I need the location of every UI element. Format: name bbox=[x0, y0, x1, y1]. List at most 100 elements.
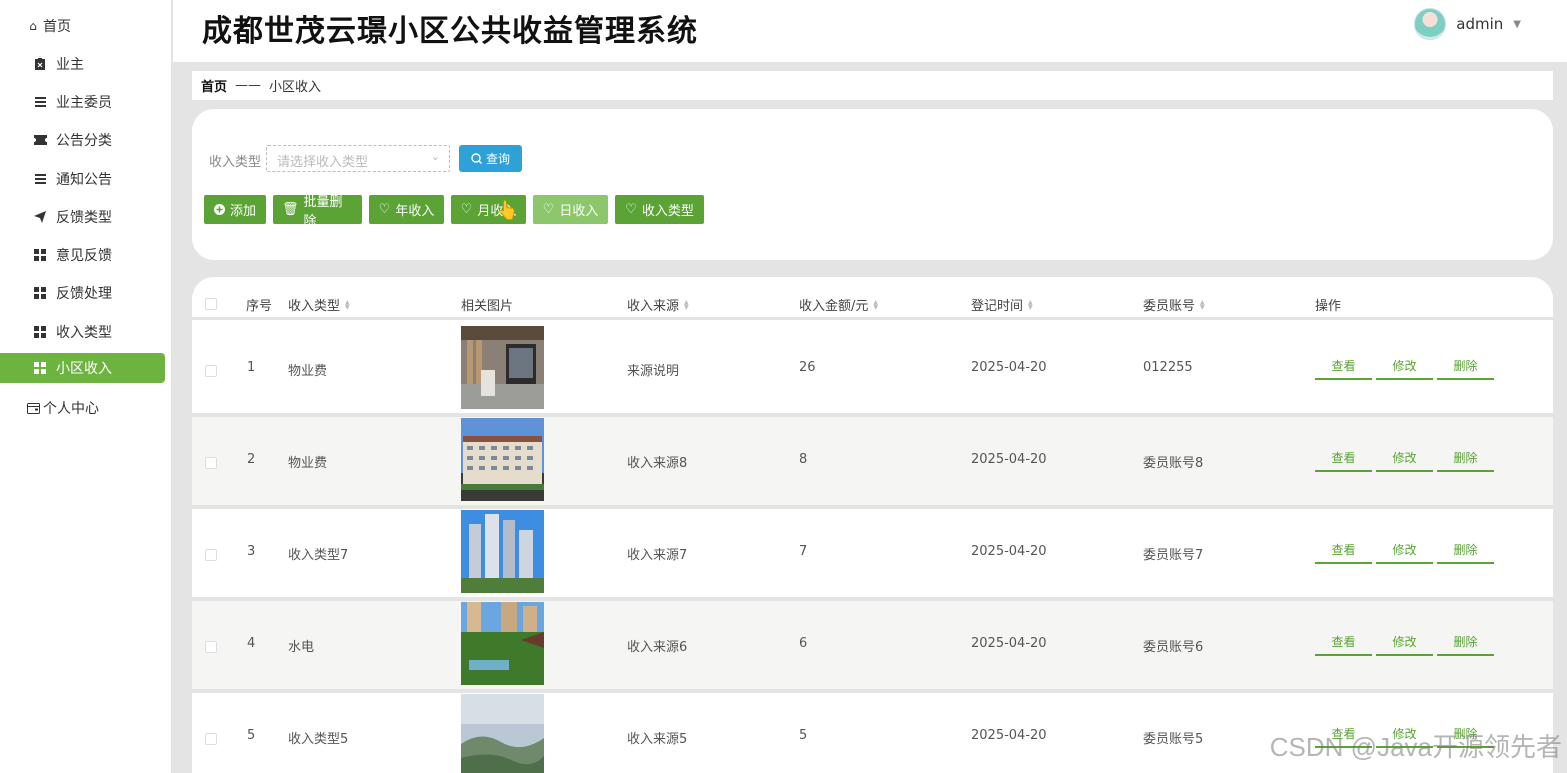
cell-amount: 7 bbox=[799, 544, 808, 559]
view-button[interactable]: 查看 bbox=[1315, 445, 1372, 472]
menu-icon bbox=[33, 172, 47, 186]
sidebar-item-label: 首页 bbox=[43, 19, 71, 35]
row-checkbox[interactable] bbox=[205, 549, 217, 561]
breadcrumb: 首页 —— 小区收入 bbox=[192, 71, 1553, 100]
cell-index: 3 bbox=[247, 544, 256, 559]
cell-amount: 6 bbox=[799, 636, 808, 651]
cell-amount: 5 bbox=[799, 728, 808, 743]
query-button[interactable]: 查询 bbox=[459, 145, 522, 172]
header-image: 相关图片 bbox=[461, 299, 514, 314]
chevron-down-icon: ⌄ bbox=[430, 150, 440, 163]
grid-icon bbox=[33, 361, 47, 375]
grid-icon bbox=[33, 286, 47, 300]
user-menu[interactable]: admin ▼ bbox=[1414, 8, 1521, 40]
cell-index: 4 bbox=[247, 636, 256, 651]
table-row: 1 物业费 来源说明 26 2025-04-20 012255 查看 修改 删除 bbox=[192, 325, 1553, 413]
delete-button[interactable]: 删除 bbox=[1437, 445, 1494, 472]
cell-source: 收入来源8 bbox=[627, 456, 688, 471]
cell-date: 2025-04-20 bbox=[971, 360, 1047, 375]
sidebar-item-feedback-type[interactable]: 反馈类型 bbox=[0, 202, 165, 232]
header-account[interactable]: 委员账号 ▲ ▼ bbox=[1143, 295, 1205, 314]
heart-icon: ♡ bbox=[460, 202, 473, 217]
row-checkbox[interactable] bbox=[205, 733, 217, 745]
header-source[interactable]: 收入来源 ▲ ▼ bbox=[627, 295, 689, 314]
sort-icon: ▲ ▼ bbox=[873, 298, 879, 311]
sort-icon: ▲ ▼ bbox=[345, 298, 350, 311]
sidebar-item-feedback-handle[interactable]: 反馈处理 bbox=[0, 278, 165, 308]
sidebar-item-committee[interactable]: 业主委员 bbox=[0, 87, 165, 117]
send-icon bbox=[33, 210, 47, 224]
year-income-button[interactable]: ♡ 年收入 bbox=[369, 195, 444, 224]
delete-button[interactable]: 删除 bbox=[1437, 537, 1494, 564]
trash-icon: 🗑 bbox=[282, 202, 299, 217]
select-all-checkbox[interactable] bbox=[205, 298, 217, 310]
search-icon bbox=[471, 153, 482, 164]
delete-button[interactable]: 删除 bbox=[1437, 629, 1494, 656]
row-image[interactable] bbox=[461, 326, 544, 409]
cell-type: 物业费 bbox=[288, 364, 328, 379]
sidebar-item-income-type[interactable]: 收入类型 bbox=[0, 317, 165, 347]
cell-date: 2025-04-20 bbox=[971, 636, 1047, 651]
day-income-button[interactable]: ♡ 日收入 bbox=[533, 195, 608, 224]
view-button[interactable]: 查看 bbox=[1315, 353, 1372, 380]
heart-icon: ♡ bbox=[542, 202, 555, 217]
sidebar-item-label: 意见反馈 bbox=[56, 248, 112, 264]
chevron-down-icon: ▼ bbox=[1513, 18, 1521, 30]
income-type-select[interactable]: 请选择收入类型 ⌄ bbox=[266, 145, 450, 172]
sidebar-item-label: 小区收入 bbox=[56, 361, 112, 377]
view-button[interactable]: 查看 bbox=[1315, 629, 1372, 656]
breadcrumb-home[interactable]: 首页 bbox=[201, 76, 227, 95]
year-income-label: 年收入 bbox=[395, 204, 435, 219]
grid-icon bbox=[33, 325, 47, 339]
search-panel: 收入类型 请选择收入类型 ⌄ 查询 添加 🗑 批量删除 ♡ 年收入 ♡ 月收入 … bbox=[192, 109, 1553, 260]
income-table: 序号 收入类型 ▲ ▼ 相关图片 收入来源 ▲ ▼ 收入金额/元 ▲ ▼ 登记时间 ▲ ▼ 委员… bbox=[192, 277, 1553, 773]
row-checkbox[interactable] bbox=[205, 457, 217, 469]
cell-account: 委员账号8 bbox=[1143, 456, 1204, 471]
sidebar-item-home[interactable]: ⌂ 首页 bbox=[0, 11, 165, 41]
cell-account: 委员账号5 bbox=[1143, 732, 1204, 747]
edit-button[interactable]: 修改 bbox=[1376, 353, 1433, 380]
wallet-icon bbox=[26, 401, 40, 415]
header-type[interactable]: 收入类型 ▲ ▼ bbox=[288, 295, 350, 314]
header-amount[interactable]: 收入金额/元 ▲ ▼ bbox=[799, 295, 878, 314]
batch-delete-button[interactable]: 🗑 批量删除 bbox=[273, 195, 362, 229]
mouse-cursor-icon: 👆 bbox=[496, 200, 519, 221]
income-type-button[interactable]: ♡ 收入类型 bbox=[615, 195, 704, 224]
row-checkbox[interactable] bbox=[205, 365, 217, 377]
cell-account: 委员账号6 bbox=[1143, 640, 1204, 655]
top-header: 成都世茂云璟小区公共收益管理系统 admin ▼ bbox=[173, 0, 1567, 62]
search-label: 收入类型 bbox=[209, 155, 262, 170]
row-checkbox[interactable] bbox=[205, 641, 217, 653]
header-date[interactable]: 登记时间 ▲ ▼ bbox=[971, 295, 1033, 314]
heart-icon: ♡ bbox=[625, 202, 637, 217]
watermark: CSDN @Java开源领先者 bbox=[1269, 732, 1562, 762]
add-button[interactable]: 添加 bbox=[204, 195, 266, 224]
income-type-label: 收入类型 bbox=[641, 204, 694, 219]
row-image[interactable] bbox=[461, 418, 544, 501]
home-icon: ⌂ bbox=[29, 19, 37, 33]
delete-button[interactable]: 删除 bbox=[1437, 353, 1494, 380]
view-button[interactable]: 查看 bbox=[1315, 537, 1372, 564]
table-row: 4 水电 收入来源6 6 2025-04-20 委员账号6 查看 修改 删除 bbox=[192, 601, 1553, 689]
row-image[interactable] bbox=[461, 602, 544, 685]
sort-icon: ▲ ▼ bbox=[1200, 298, 1205, 311]
sidebar-item-label: 公告分类 bbox=[56, 133, 112, 149]
sidebar-item-label: 通知公告 bbox=[56, 172, 112, 188]
breadcrumb-current: 小区收入 bbox=[269, 80, 322, 95]
sidebar-item-community-income[interactable]: 小区收入 bbox=[0, 353, 165, 383]
cell-date: 2025-04-20 bbox=[971, 544, 1047, 559]
row-image[interactable] bbox=[461, 510, 544, 593]
sidebar-item-notice[interactable]: 通知公告 bbox=[0, 164, 165, 194]
row-image[interactable] bbox=[461, 694, 544, 773]
sidebar-item-owner[interactable]: 业主 bbox=[0, 49, 165, 79]
edit-button[interactable]: 修改 bbox=[1376, 629, 1433, 656]
sidebar-item-notice-category[interactable]: 公告分类 bbox=[0, 125, 165, 155]
clipboard-icon bbox=[33, 57, 47, 71]
edit-button[interactable]: 修改 bbox=[1376, 537, 1433, 564]
sidebar-item-profile[interactable]: 个人中心 bbox=[0, 393, 165, 423]
edit-button[interactable]: 修改 bbox=[1376, 445, 1433, 472]
cell-source: 收入来源7 bbox=[627, 548, 688, 563]
sidebar-item-feedback[interactable]: 意见反馈 bbox=[0, 240, 165, 270]
sidebar-item-label: 业主委员 bbox=[56, 95, 112, 111]
cell-date: 2025-04-20 bbox=[971, 728, 1047, 743]
